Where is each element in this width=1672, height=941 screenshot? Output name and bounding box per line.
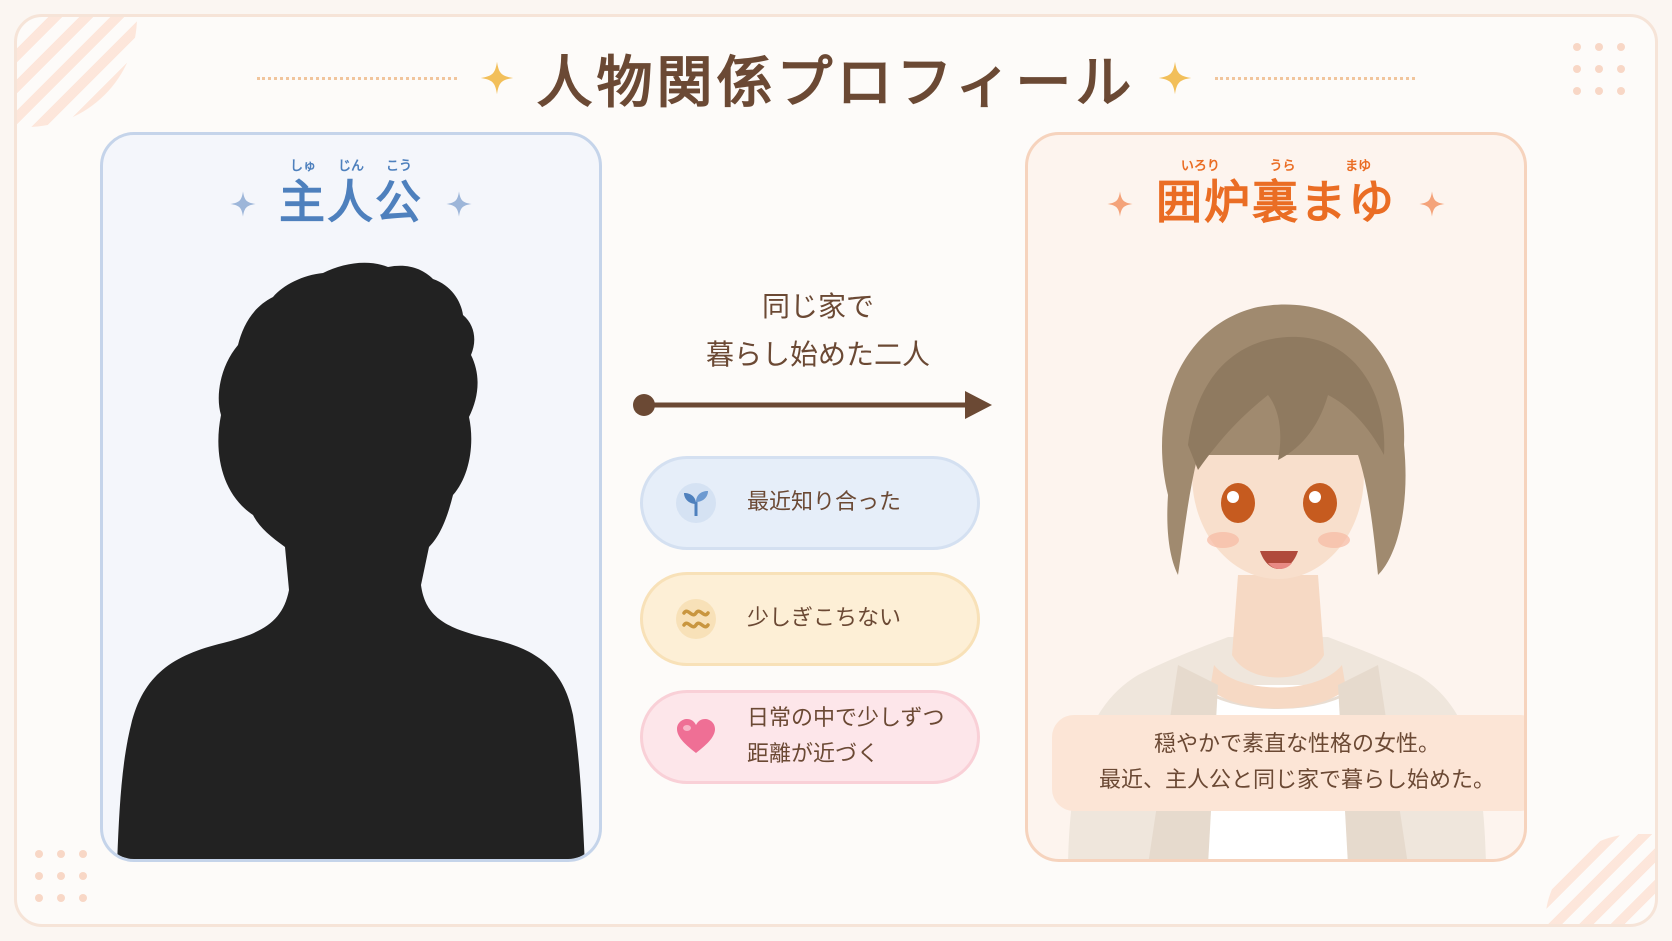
protagonist-name-row: しゅ じん こう 主人公	[103, 155, 599, 230]
decorative-stripes-bottom-right	[1545, 834, 1655, 924]
heroine-name-block: いろり うら まゆ 囲炉裏まゆ	[1156, 155, 1396, 230]
status-pill-closer: 日常の中で少しずつ 距離が近づく	[640, 690, 980, 784]
ruby-text: うら	[1269, 159, 1296, 174]
heroine-ruby: いろり うら まゆ	[1156, 155, 1396, 174]
heroine-name-row: いろり うら まゆ 囲炉裏まゆ	[1028, 155, 1524, 230]
ruby-text: いろり	[1180, 159, 1220, 174]
relation-arrow	[633, 391, 992, 419]
protagonist-name-block: しゅ じん こう 主人公	[279, 155, 423, 230]
sparkle-icon	[446, 191, 472, 217]
protagonist-ruby: しゅ じん こう	[279, 155, 423, 174]
description-line: 穏やかで素直な性格の女性。	[1153, 732, 1440, 757]
header: 人物関係プロフィール	[0, 38, 1672, 118]
status-pill-text: 日常の中で少しずつ 距離が近づく	[747, 701, 945, 773]
heart-icon	[677, 719, 715, 753]
wavy-awkward-icon	[676, 599, 716, 639]
heroine-name: 囲炉裏まゆ	[1156, 175, 1396, 229]
ruby-text: じん	[337, 159, 364, 174]
sparkle-icon	[1159, 61, 1192, 95]
status-pill-acquainted: 最近知り合った	[640, 456, 980, 550]
protagonist-card: しゅ じん こう 主人公	[100, 132, 602, 862]
protagonist-name: 主人公	[279, 175, 423, 229]
description-line: 最近、主人公と同じ家で暮らし始めた。	[1098, 768, 1495, 793]
relation-line: 同じ家で	[761, 290, 874, 323]
ruby-text: まゆ	[1345, 159, 1372, 174]
sprout-icon	[676, 483, 716, 523]
page-title: 人物関係プロフィール	[536, 50, 1136, 116]
sparkle-icon	[480, 61, 513, 95]
relation-line: 暮らし始めた二人	[705, 338, 930, 371]
ruby-text: しゅ	[289, 159, 316, 174]
relation-text: 同じ家で 暮らし始めた二人	[638, 283, 998, 379]
heroine-card: いろり うら まゆ 囲炉裏まゆ 穏やかで素直な性格の女性。 最近、主人公と同じ家…	[1025, 132, 1527, 862]
protagonist-silhouette	[117, 262, 585, 859]
status-pill-line: 最近知り合った	[747, 490, 902, 515]
ruby-text: こう	[385, 159, 412, 174]
sparkle-icon	[230, 191, 256, 217]
sparkle-icon	[1419, 191, 1445, 217]
dotted-line-left	[256, 76, 457, 80]
decorative-dots-bottom-left	[35, 850, 87, 902]
status-pill-text: 少しぎこちない	[747, 601, 901, 637]
status-pill-line: 距離が近づく	[747, 742, 880, 767]
status-pill-line: 少しぎこちない	[747, 606, 902, 631]
sparkle-icon	[1107, 191, 1133, 217]
dotted-line-right	[1215, 76, 1416, 80]
status-pill-awkward: 少しぎこちない	[640, 572, 980, 666]
heroine-description: 穏やかで素直な性格の女性。 最近、主人公と同じ家で暮らし始めた。	[1052, 715, 1524, 811]
status-pill-text: 最近知り合った	[747, 485, 901, 521]
status-pill-line: 日常の中で少しずつ	[747, 706, 945, 731]
